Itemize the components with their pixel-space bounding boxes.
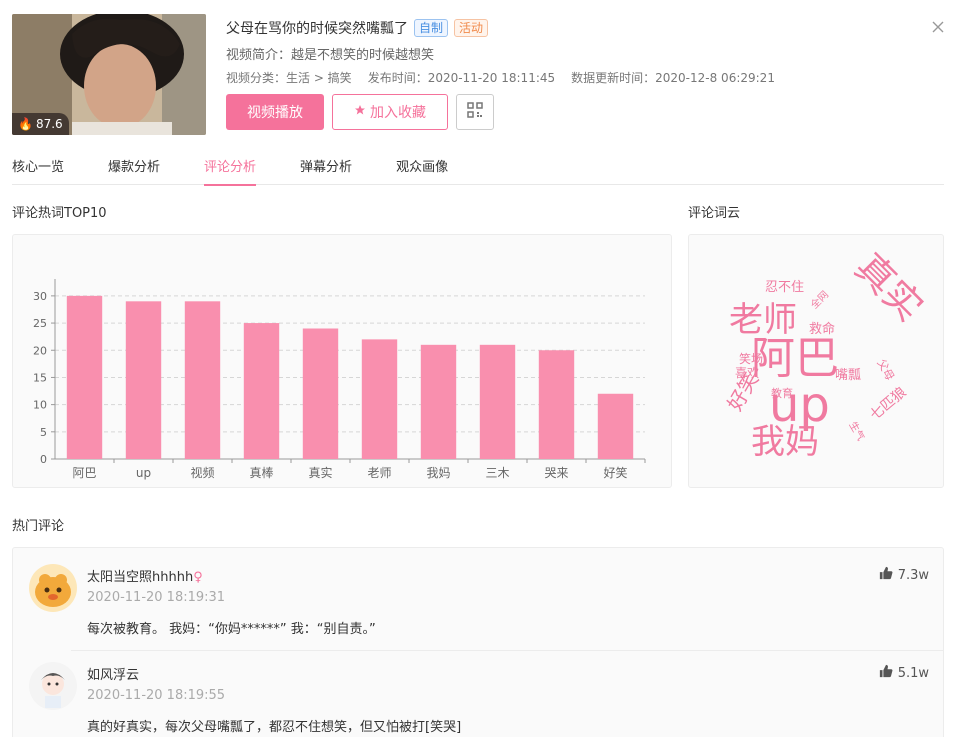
heat-badge: 🔥 87.6 (12, 113, 69, 135)
x-tick-label: 真棒 (249, 466, 273, 480)
comment-text: 每次被教育。 我妈：“你妈******” 我：“别自责。” (87, 622, 376, 637)
comment-time: 2020-11-20 18:19:55 (87, 688, 226, 703)
female-icon: ♀ (193, 570, 203, 585)
thumbs-up-icon[interactable] (879, 566, 893, 584)
x-tick-label: 真实 (308, 465, 332, 480)
comment-divider (71, 650, 943, 651)
play-button[interactable]: 视频播放 (226, 94, 324, 130)
bar (420, 344, 457, 459)
heat-value: 87.6 (35, 117, 63, 131)
y-tick-label: 20 (33, 344, 47, 357)
bar (597, 393, 634, 459)
wc-word: 父母 (874, 357, 896, 383)
y-tick-label: 25 (33, 317, 47, 330)
bar (361, 339, 398, 459)
video-meta: 视频分类：生活 > 搞笑 发布时间：2020-11-20 18:11:45 数据… (226, 69, 775, 86)
wc-word: 笑场 (739, 351, 763, 366)
x-tick-label: 我妈 (426, 466, 450, 480)
publish-time: 发布时间：2020-11-20 18:11:45 (367, 71, 556, 85)
avatar[interactable] (29, 564, 77, 612)
wc-word: 生气 (846, 419, 867, 443)
y-tick-label: 5 (40, 426, 47, 439)
star-icon (354, 104, 366, 120)
comment-username[interactable]: 如风浮云 (87, 664, 139, 683)
wc-word: 全网 (808, 288, 831, 311)
hot-comments-title: 热门评论 (12, 519, 65, 534)
tab-hit-analysis[interactable]: 爆款分析 (108, 156, 160, 185)
wc-word: 忍不住 (765, 280, 804, 295)
tab-comment-analysis[interactable]: 评论分析 (204, 156, 257, 186)
add-favorite-button[interactable]: 加入收藏 (332, 94, 448, 130)
analysis-tabs: 核心一览 爆款分析 评论分析 弹幕分析 观众画像 (12, 156, 944, 186)
video-header: 🔥 87.6 父母在骂你的时候突然嘴瓢了 自制 活动 视频简介：越是不想笑的时候… (12, 14, 952, 136)
x-tick-label: 视频 (190, 465, 214, 480)
bar (243, 323, 280, 459)
x-tick-label: 阿巴 (72, 466, 96, 480)
tab-danmaku-analysis[interactable]: 弹幕分析 (300, 156, 352, 185)
tag-activity: 活动 (454, 19, 489, 37)
hotwords-chart-panel: 0 5 10 15 20 25 30 阿巴 up 视频 真棒 真实 老师 我妈 三木 哭来 好笑 (12, 234, 672, 488)
bar (538, 350, 575, 459)
wc-word: 喜欢 (735, 365, 759, 380)
comment-likes: 5.1w (879, 664, 929, 682)
comment-text: 真的好真实，每次父母嘴瓢了，都忍不住想笑，但又怕被打[笑哭] (87, 720, 462, 735)
bar (184, 301, 221, 459)
wordcloud: 阿巴 up 真实 老师 我妈 好笑 忍不住 救命 笑场 喜欢 教育 嘴瓢 七匹狼… (723, 245, 932, 462)
qr-code-button[interactable] (456, 94, 494, 130)
video-category: 视频分类：生活 > 搞笑 (226, 71, 352, 85)
tab-audience-profile[interactable]: 观众画像 (396, 156, 448, 185)
comment-item: 太阳当空照hhhhh♀ 2020-11-20 18:19:31 每次被教育。 我… (29, 564, 929, 654)
video-title: 父母在骂你的时候突然嘴瓢了 (226, 21, 408, 37)
wc-word: 真实 (847, 245, 932, 330)
y-tick-label: 30 (33, 290, 47, 303)
hotwords-title: 评论热词TOP10 (12, 206, 107, 221)
bar (125, 301, 162, 459)
wc-word: 救命 (809, 321, 835, 337)
comment-likes: 7.3w (879, 566, 929, 584)
y-tick-label: 10 (33, 399, 47, 412)
y-tick-label: 0 (40, 453, 47, 466)
wordcloud-panel: 阿巴 up 真实 老师 我妈 好笑 忍不住 救命 笑场 喜欢 教育 嘴瓢 七匹狼… (688, 234, 944, 488)
x-tick-label: 老师 (367, 466, 391, 480)
play-button-label: 视频播放 (247, 105, 303, 121)
y-tick-label: 15 (33, 371, 47, 384)
flame-icon: 🔥 (18, 117, 33, 131)
wordcloud-title: 评论词云 (688, 206, 741, 221)
wc-word: 我妈 (751, 422, 819, 462)
tag-self-made: 自制 (414, 19, 449, 37)
close-icon[interactable] (932, 18, 944, 33)
x-tick-label: 三木 (485, 466, 509, 480)
comment-time: 2020-11-20 18:19:31 (87, 590, 226, 605)
comment-item: 如风浮云 2020-11-20 18:19:55 真的好真实，每次父母嘴瓢了，都… (29, 662, 929, 737)
wc-word: 七匹狼 (867, 384, 909, 423)
wc-word: 老师 (729, 300, 797, 340)
wc-word: 嘴瓢 (835, 368, 861, 383)
x-tick-label: up (136, 466, 151, 480)
comment-username[interactable]: 太阳当空照hhhhh♀ (87, 566, 203, 585)
wc-word: 教育 (771, 386, 793, 400)
bar (479, 344, 516, 459)
video-thumbnail[interactable]: 🔥 87.6 (12, 14, 206, 135)
x-tick-label: 哭来 (544, 466, 568, 480)
qr-code-icon (467, 102, 483, 122)
tab-overview[interactable]: 核心一览 (12, 156, 64, 185)
hotwords-bar-chart: 0 5 10 15 20 25 30 阿巴 up 视频 真棒 真实 老师 我妈 三木 哭来 好笑 (33, 279, 646, 480)
favorite-button-label: 加入收藏 (370, 105, 426, 121)
bar (66, 295, 103, 459)
video-intro: 视频简介：越是不想笑的时候越想笑 (226, 48, 435, 63)
bar (302, 328, 339, 459)
hot-comments-list: 太阳当空照hhhhh♀ 2020-11-20 18:19:31 每次被教育。 我… (12, 547, 944, 737)
update-time: 数据更新时间：2020-12-8 06:29:21 (571, 71, 775, 85)
x-tick-label: 好笑 (603, 465, 627, 480)
avatar[interactable] (29, 662, 77, 710)
thumbs-up-icon[interactable] (879, 664, 893, 682)
